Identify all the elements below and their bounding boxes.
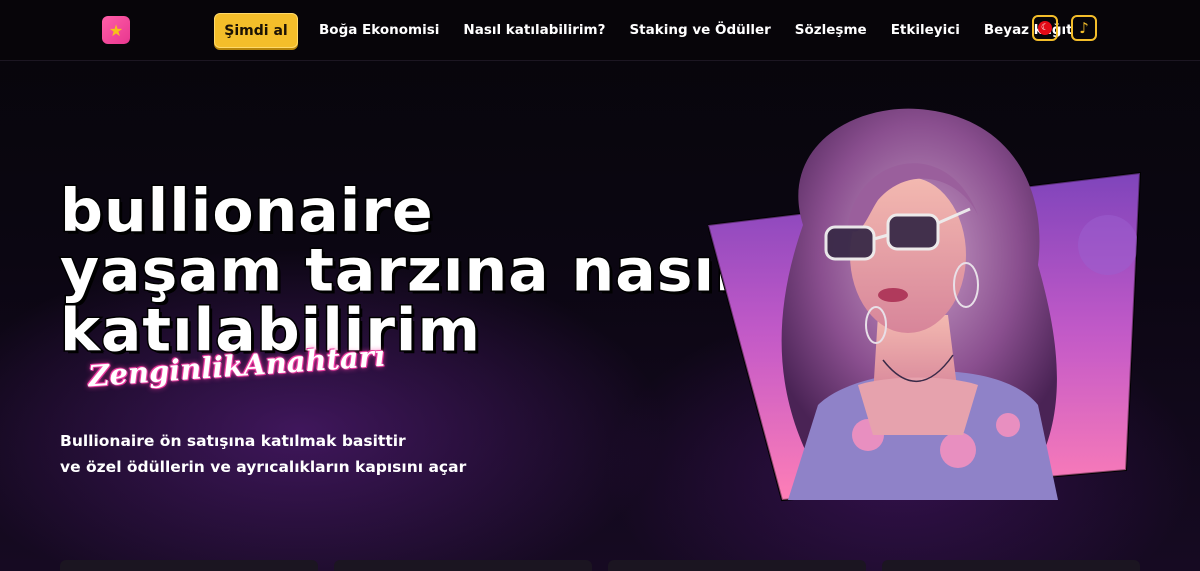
hero-subtitle-line-1: Bullionaire ön satışına katılmak basitti… — [60, 432, 406, 450]
feature-card — [334, 560, 592, 571]
woman-with-sunglasses-illustration — [708, 108, 1142, 502]
nav-staking-rewards[interactable]: Staking ve Ödüller — [629, 22, 770, 38]
hero-subtitle: Bullionaire ön satışına katılmak basitti… — [60, 428, 520, 480]
top-navbar: ★ Şimdi al Boğa Ekonomisi Nasıl katılabi… — [0, 0, 1200, 61]
nav-whitepaper[interactable]: Beyaz kağıt — [984, 22, 1073, 38]
nav-how-to-join[interactable]: Nasıl katılabilirim? — [463, 22, 605, 38]
logo[interactable]: ★ — [102, 16, 130, 44]
hero-title: bullionaire yaşam tarzına nasıl katılabi… — [59, 176, 738, 366]
star-icon: ★ — [108, 20, 124, 40]
feature-card — [608, 560, 866, 571]
main-nav: Boğa Ekonomisi Nasıl katılabilirim? Stak… — [319, 0, 1097, 60]
hero-title-line-1: bullionaire — [59, 176, 435, 246]
feature-card — [60, 560, 318, 571]
nav-influencer[interactable]: Etkileyici — [891, 22, 960, 38]
nav-bull-economy[interactable]: Boğa Ekonomisi — [319, 22, 439, 38]
language-button[interactable]: ☾ — [1032, 15, 1058, 41]
nav-contract[interactable]: Sözleşme — [795, 22, 867, 38]
hero-title-line-2: yaşam tarzına nasıl — [59, 236, 738, 306]
feature-card — [882, 560, 1140, 571]
turkey-flag-icon: ☾ — [1038, 21, 1052, 35]
music-toggle-button[interactable]: ♪ — [1071, 15, 1097, 41]
music-note-icon: ♪ — [1079, 19, 1089, 37]
hero-subtitle-line-2: ve özel ödüllerin ve ayrıcalıkların kapı… — [60, 458, 467, 476]
hero-title-line-3: katılabilirim — [59, 296, 482, 366]
hero-image-card — [708, 105, 1148, 505]
feature-cards-strip — [60, 560, 1140, 571]
buy-now-button[interactable]: Şimdi al — [214, 13, 298, 48]
